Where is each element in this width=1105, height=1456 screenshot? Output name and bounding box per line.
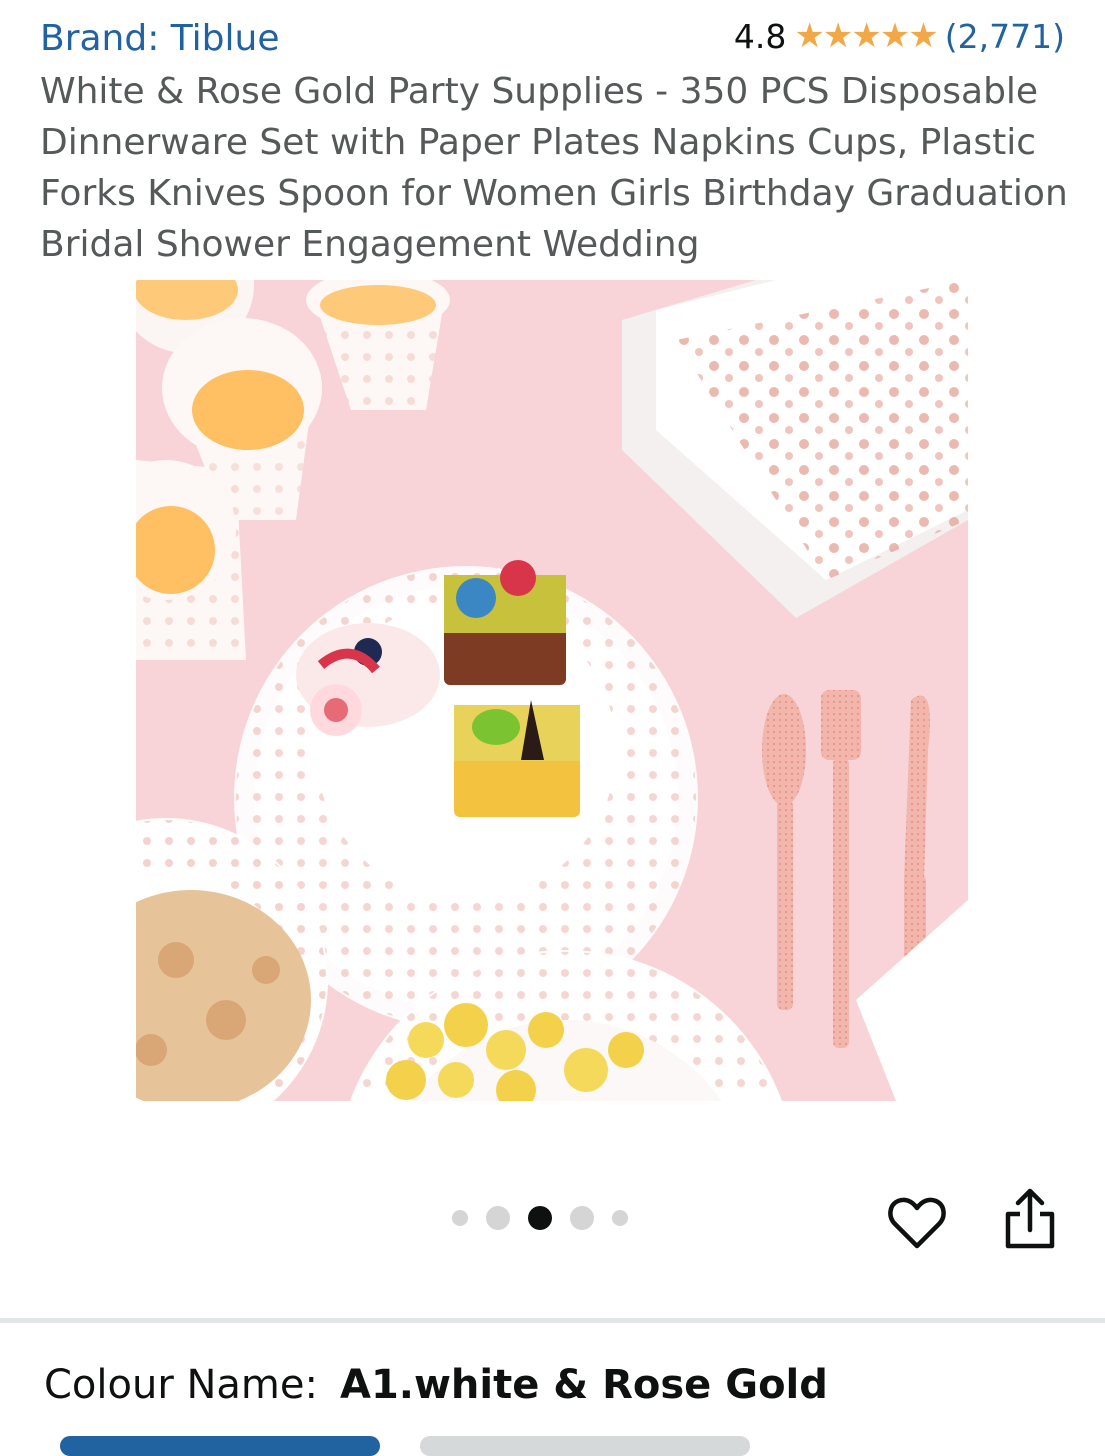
share-icon[interactable] (1000, 1186, 1060, 1252)
variant-option[interactable] (420, 1436, 750, 1456)
product-title: White & Rose Gold Party Supplies - 350 P… (40, 71, 1068, 265)
carousel-dot[interactable] (452, 1210, 468, 1226)
colour-selector: Colour Name: A1.white & Rose Gold (44, 1362, 828, 1408)
carousel-dot[interactable] (570, 1206, 594, 1230)
rating-summary[interactable]: 4.8 ★★★★★ (2,771) (734, 16, 1065, 56)
carousel-indicator[interactable] (452, 1206, 628, 1230)
carousel-dot[interactable] (612, 1210, 628, 1226)
variant-option[interactable] (60, 1436, 380, 1456)
rating-count-link[interactable]: (2,771) (945, 17, 1065, 56)
carousel-dot-active[interactable] (528, 1206, 552, 1230)
star-icon: ★★★★★ (794, 16, 938, 56)
carousel-dot[interactable] (486, 1206, 510, 1230)
section-divider (0, 1318, 1105, 1323)
brand-link[interactable]: Brand: Tiblue (40, 18, 280, 59)
colour-label: Colour Name: (44, 1362, 318, 1408)
colour-value: A1.white & Rose Gold (339, 1362, 828, 1408)
rating-value: 4.8 (733, 16, 787, 56)
heart-icon[interactable] (886, 1192, 948, 1254)
product-image[interactable] (136, 280, 968, 1101)
